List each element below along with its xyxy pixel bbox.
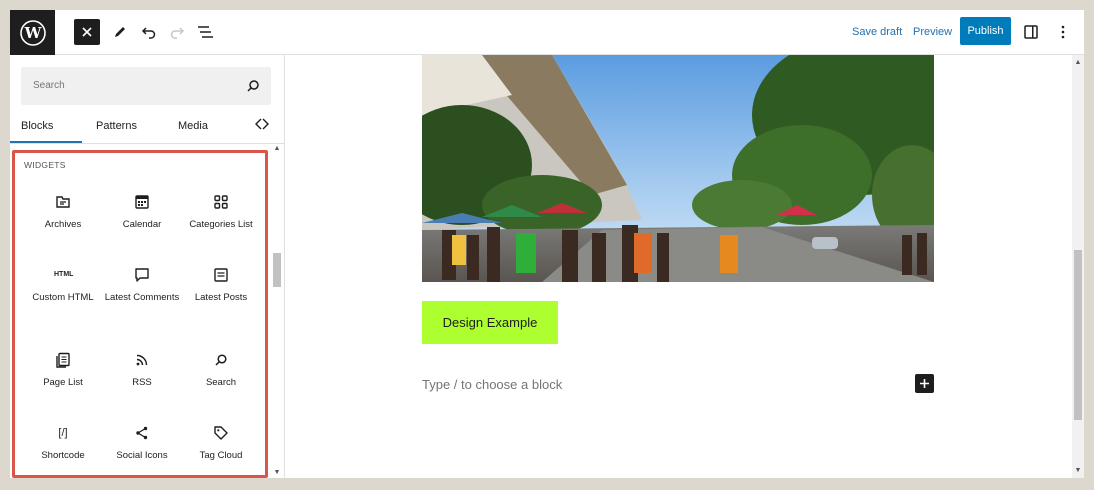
share-icon <box>136 426 148 440</box>
save-draft-button[interactable]: Save draft <box>852 26 902 38</box>
search-icon <box>247 80 259 92</box>
calendar-icon <box>135 195 149 209</box>
block-page-list[interactable]: Page List <box>23 351 103 389</box>
canvas-scrollbar[interactable]: ▲ ▼ <box>1072 55 1084 478</box>
add-block-button[interactable] <box>915 374 934 393</box>
wordpress-logo-icon[interactable]: W <box>10 10 55 55</box>
block-social-icons[interactable]: Social Icons <box>102 424 182 462</box>
block-label: Social Icons <box>116 450 168 461</box>
categories-icon <box>214 195 228 209</box>
block-label: Page List <box>43 377 83 388</box>
block-label: RSS <box>132 377 152 388</box>
street-market-image[interactable] <box>422 55 934 282</box>
block-placeholder[interactable]: Type / to choose a block <box>422 377 562 392</box>
close-inserter-button[interactable] <box>74 19 100 45</box>
block-label: Categories List <box>189 219 253 230</box>
tab-media[interactable]: Media <box>178 120 208 132</box>
block-calendar[interactable]: Calendar <box>102 193 182 231</box>
options-button[interactable] <box>1050 19 1076 45</box>
inserter-scrollbar[interactable]: ▲ ▼ <box>272 145 282 478</box>
scroll-down-arrow-icon[interactable]: ▼ <box>273 469 281 477</box>
widgets-section: WIDGETS Archives Calendar Categories Lis… <box>12 150 268 478</box>
tag-icon <box>214 426 228 440</box>
close-panel-icon[interactable] <box>253 115 271 133</box>
scrollbar-thumb[interactable] <box>273 253 281 287</box>
block-label: Latest Comments <box>104 292 180 303</box>
scrollbar-thumb[interactable] <box>1074 250 1082 420</box>
archive-icon <box>56 196 70 208</box>
more-vertical-icon <box>1061 25 1065 39</box>
block-tag-cloud[interactable]: Tag Cloud <box>181 424 261 462</box>
block-latest-comments[interactable]: Latest Comments <box>102 266 182 304</box>
tab-blocks[interactable]: Blocks <box>21 120 53 132</box>
block-inserter-panel: Search Blocks Patterns Media WIDGETS Arc… <box>10 55 285 478</box>
tabs-divider <box>10 143 285 144</box>
rss-icon <box>136 354 148 366</box>
search-icon <box>215 354 227 366</box>
block-label: Search <box>205 377 237 388</box>
redo-icon <box>170 27 185 39</box>
close-icon <box>82 27 92 37</box>
svg-text:W: W <box>23 24 42 42</box>
block-rss[interactable]: RSS <box>102 351 182 389</box>
block-label: Latest Posts <box>194 292 248 303</box>
search-input[interactable]: Search <box>21 67 271 105</box>
block-archives[interactable]: Archives <box>23 193 103 231</box>
design-example-button[interactable]: Design Example <box>422 301 558 344</box>
sidebar-toggle-icon <box>1024 25 1038 39</box>
shortcode-icon: [/] <box>58 427 68 439</box>
editor-canvas: Design Example Type / to choose a block <box>286 55 1072 478</box>
undo-button[interactable] <box>136 19 162 45</box>
block-latest-posts[interactable]: Latest Posts <box>181 266 261 304</box>
comment-icon <box>135 268 149 282</box>
block-label: Tag Cloud <box>199 450 243 461</box>
search-placeholder: Search <box>33 80 65 91</box>
scroll-down-arrow-icon[interactable]: ▼ <box>1074 467 1082 475</box>
plus-icon <box>920 379 929 388</box>
page-list-icon <box>56 352 70 368</box>
tab-patterns[interactable]: Patterns <box>96 120 137 132</box>
redo-button[interactable] <box>164 19 190 45</box>
html-icon: HTML <box>54 271 74 278</box>
editor-toolbar: W Save draft Preview Publish <box>10 10 1084 55</box>
editor-window: W Save draft Preview Publish Search Bloc… <box>10 10 1084 478</box>
publish-button[interactable]: Publish <box>960 17 1011 45</box>
widgets-section-title: WIDGETS <box>24 160 66 170</box>
document-overview-button[interactable] <box>192 19 218 45</box>
block-custom-html[interactable]: HTML Custom HTML <box>23 266 103 304</box>
scroll-up-arrow-icon[interactable]: ▲ <box>1074 59 1082 67</box>
block-label: Shortcode <box>41 450 85 461</box>
latest-posts-icon <box>214 268 228 282</box>
block-categories-list[interactable]: Categories List <box>181 193 261 231</box>
block-search[interactable]: Search <box>181 351 261 389</box>
block-label: Custom HTML <box>32 292 94 303</box>
settings-button[interactable] <box>1018 19 1044 45</box>
block-label: Archives <box>44 219 82 230</box>
scroll-up-arrow-icon[interactable]: ▲ <box>273 145 281 153</box>
tools-button[interactable] <box>107 19 133 45</box>
block-label: Calendar <box>122 219 162 230</box>
preview-button[interactable]: Preview <box>913 26 952 38</box>
undo-icon <box>141 27 156 39</box>
inserter-tabs: Blocks Patterns Media <box>10 113 285 143</box>
block-shortcode[interactable]: [/] Shortcode <box>23 424 103 462</box>
list-view-icon <box>198 26 213 38</box>
pen-icon <box>115 27 125 37</box>
